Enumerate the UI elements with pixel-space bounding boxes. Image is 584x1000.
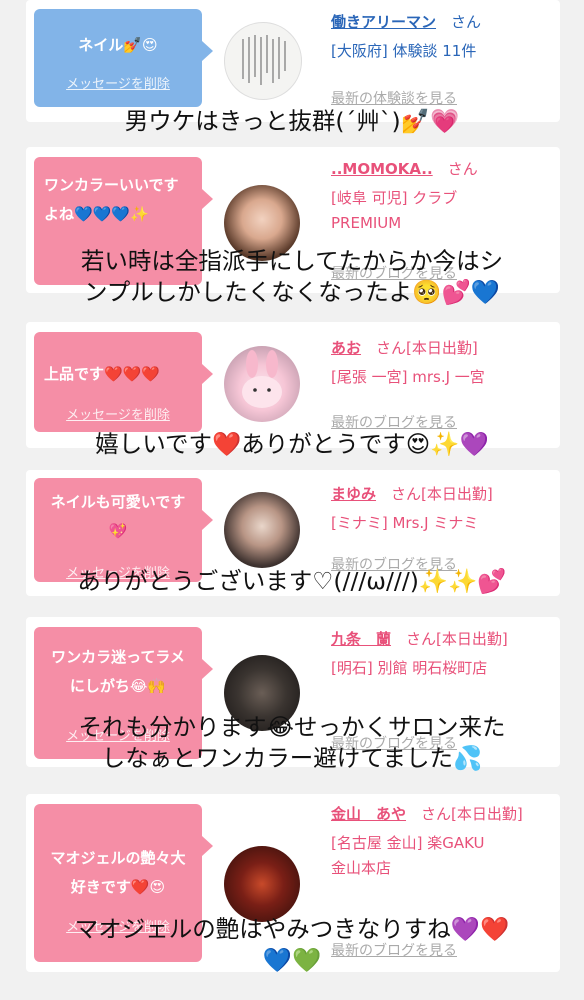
- avatar[interactable]: [224, 22, 302, 100]
- profile-location: [尾張 一宮] mrs.J 一宮: [331, 368, 485, 386]
- profile-name-link[interactable]: 働きアリーマン: [331, 13, 436, 31]
- message-bubble: ネイル💅😍 メッセージを削除: [34, 9, 213, 107]
- message-text: ネイル💅😍: [78, 36, 158, 54]
- caption-overlay: ありがとうございます♡(///ω///)✨✨💕: [0, 566, 584, 597]
- caption-overlay: それも分かります😂せっかくサロン来た しなぁとワンカラー避けてました💦: [0, 712, 584, 774]
- latest-reviews-link[interactable]: 最新の体験談を見る: [331, 88, 457, 108]
- profile-info: まゆみ さん[本日出勤] [ミナミ] Mrs.J ミナミ: [331, 482, 553, 536]
- profile-shop: 金山本店: [331, 859, 392, 877]
- caption-line: 男ウケはきっと抜群(´艸`)💅💗: [124, 107, 460, 135]
- profile-shop: PREMIUM: [331, 214, 402, 232]
- message-text: ネイルも可愛いです💖: [50, 493, 186, 540]
- caption-overlay: 若い時は全指派手にしてたからか今はシ ンプルしかしたくなくなったよ🥺💕💙: [0, 246, 584, 308]
- caption-overlay: 嬉しいです❤️ありがとうです😍✨💜: [0, 429, 584, 460]
- profile-location: [大阪府] 体験談 11件: [331, 42, 477, 60]
- avatar[interactable]: [224, 846, 300, 922]
- caption-overlay: マオジェルの艶はやみつきなりすね💜❤️ 💙💚: [0, 914, 584, 976]
- message-text: マオジェルの艶々大好きです❤️😍: [50, 849, 186, 896]
- message-bubble: 上品です❤️❤️❤️ メッセージを削除: [34, 332, 213, 432]
- review-card: ネイル💅😍 メッセージを削除 働きアリーマン さん [大阪府] 体験談 11件 …: [26, 0, 560, 122]
- caption-line: それも分かります😂せっかくサロン来た: [78, 713, 506, 741]
- caption-line: ンプルしかしたくなくなったよ🥺💕💙: [83, 278, 501, 306]
- message-text: ワンカラ迷ってラメにしがち😂🙌: [51, 648, 185, 695]
- profile-info: あお さん[本日出勤] [尾張 一宮] mrs.J 一宮: [331, 336, 553, 390]
- name-suffix: さん[本日出勤]: [376, 339, 478, 357]
- delete-message-link[interactable]: メッセージを削除: [34, 73, 202, 92]
- profile-info: ..MOMOKA.. さん [岐阜 可児] クラブ PREMIUM: [331, 157, 553, 236]
- name-suffix: さん: [451, 13, 482, 31]
- profile-location: [ミナミ] Mrs.J ミナミ: [331, 514, 479, 532]
- avatar[interactable]: [224, 346, 300, 422]
- name-suffix: さん[本日出勤]: [421, 805, 523, 823]
- bunny-icon: [242, 350, 282, 408]
- profile-name-link[interactable]: まゆみ: [331, 485, 376, 503]
- avatar-image: [242, 35, 286, 85]
- profile-name-link[interactable]: ..MOMOKA..: [331, 160, 433, 178]
- profile-location: [明石] 別館 明石桜町店: [331, 659, 488, 677]
- profile-info: 働きアリーマン さん [大阪府] 体験談 11件: [331, 10, 553, 64]
- profile-info: 金山 あや さん[本日出勤] [名古屋 金山] 楽GAKU 金山本店: [331, 802, 553, 881]
- profile-location: [岐阜 可児] クラブ: [331, 189, 458, 207]
- profile-info: 九条 蘭 さん[本日出勤] [明石] 別館 明石桜町店: [331, 627, 553, 681]
- caption-line: ありがとうございます♡(///ω///)✨✨💕: [77, 567, 507, 595]
- profile-name-link[interactable]: 九条 蘭: [331, 630, 391, 648]
- profile-name-link[interactable]: あお: [331, 339, 361, 357]
- caption-line: 若い時は全指派手にしてたからか今はシ: [80, 247, 504, 275]
- name-suffix: さん[本日出勤]: [391, 485, 493, 503]
- delete-message-link[interactable]: メッセージを削除: [34, 404, 202, 423]
- name-suffix: さん: [447, 160, 478, 178]
- message-text: ワンカラーいいですよね💙💙💙✨: [44, 176, 179, 223]
- avatar[interactable]: [224, 492, 300, 568]
- profile-name-link[interactable]: 金山 あや: [331, 805, 406, 823]
- caption-overlay: 男ウケはきっと抜群(´艸`)💅💗: [0, 106, 584, 137]
- name-suffix: さん[本日出勤]: [406, 630, 508, 648]
- message-text: 上品です❤️❤️❤️: [44, 365, 161, 383]
- caption-line: マオジェルの艶はやみつきなりすね💜❤️: [74, 915, 510, 943]
- caption-line: しなぁとワンカラー避けてました💦: [101, 744, 483, 772]
- profile-location: [名古屋 金山] 楽GAKU: [331, 834, 485, 852]
- caption-line: 💙💚: [262, 946, 322, 974]
- caption-line: 嬉しいです❤️ありがとうです😍✨💜: [95, 430, 489, 458]
